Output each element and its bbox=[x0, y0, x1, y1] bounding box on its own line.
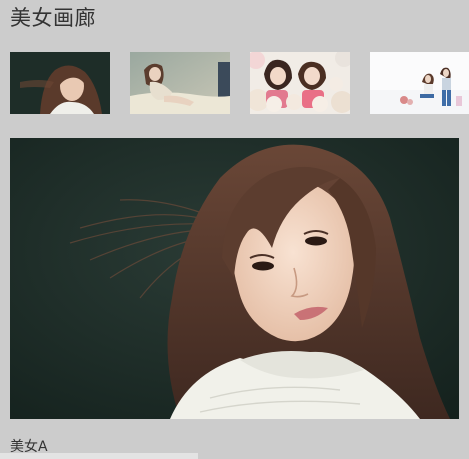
thumbnail-4[interactable] bbox=[370, 52, 469, 114]
main-photo-image bbox=[10, 138, 459, 419]
thumbnail-1-image bbox=[10, 52, 110, 114]
thumbnail-3-image bbox=[250, 52, 350, 114]
thumbnail-3[interactable] bbox=[250, 52, 350, 114]
thumbnail-4-image bbox=[370, 52, 469, 114]
thumbnail-strip bbox=[0, 52, 469, 114]
main-photo[interactable] bbox=[10, 138, 459, 419]
gallery-page: 美女画廊 美女A bbox=[0, 0, 469, 459]
thumbnail-2-image bbox=[130, 52, 230, 114]
thumbnail-1[interactable] bbox=[10, 52, 110, 114]
page-title: 美女画廊 bbox=[10, 6, 96, 30]
caption-underline bbox=[0, 453, 198, 459]
thumbnail-2[interactable] bbox=[130, 52, 230, 114]
